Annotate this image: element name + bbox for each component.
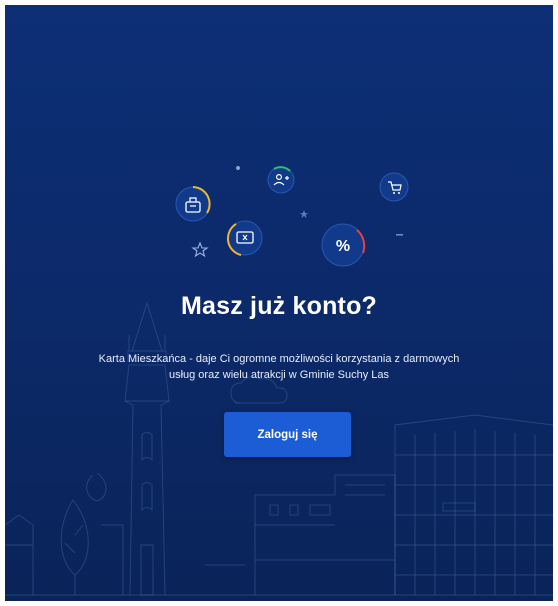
login-prompt-panel: % Masz już konto? Karta Mieszkańca - daj… — [5, 5, 553, 601]
page-title: Masz już konto? — [180, 292, 378, 320]
svg-text:%: % — [336, 238, 350, 255]
dash-icon — [396, 234, 403, 236]
cart-icon — [379, 172, 409, 202]
star-icon — [300, 210, 308, 218]
dot-icon — [236, 166, 240, 170]
login-button[interactable]: Zaloguj się — [224, 412, 351, 457]
description-text: Karta Mieszkańca - daje Ci ogromne możli… — [98, 353, 460, 381]
id-card-icon — [175, 186, 211, 222]
add-user-icon — [267, 166, 295, 194]
star-icon — [191, 241, 209, 258]
ticket-icon — [226, 220, 263, 256]
percent-icon: % — [321, 223, 366, 267]
